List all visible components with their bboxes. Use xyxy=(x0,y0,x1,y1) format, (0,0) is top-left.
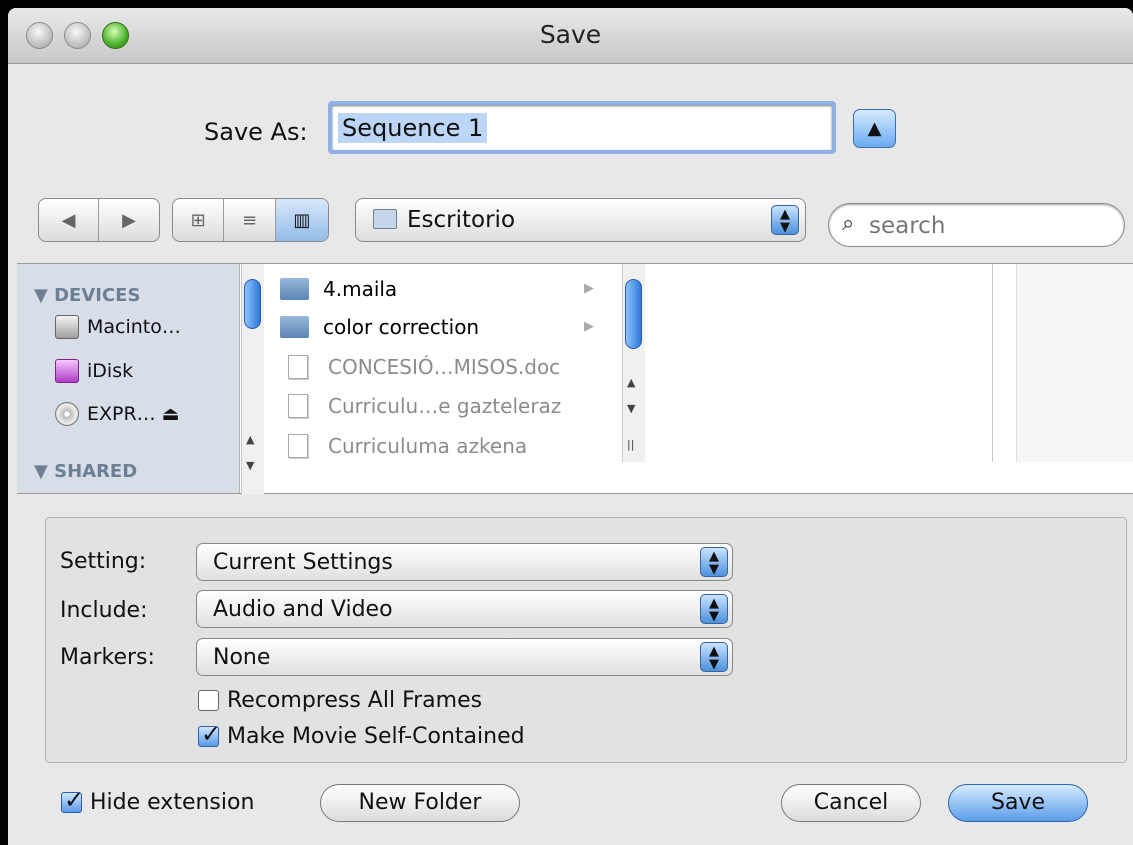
icon-view-button[interactable]: ⊞ xyxy=(173,199,225,241)
list-item[interactable]: Curriculu…e gazteleraz xyxy=(280,388,610,423)
list-item[interactable]: color correction ▶ xyxy=(280,309,610,344)
file-name: 4.maila xyxy=(323,276,398,301)
markers-value: None xyxy=(213,645,271,670)
sidebar-header-shared: ▼ SHARED xyxy=(34,461,138,482)
sidebar-item-idisk[interactable]: iDisk xyxy=(55,359,133,383)
include-label: Include: xyxy=(60,598,148,623)
hard-drive-icon xyxy=(55,315,79,339)
hide-extension-checkbox[interactable] xyxy=(61,786,84,814)
list-item[interactable]: CONCESIÓ…MISOS.doc xyxy=(280,349,610,384)
scroll-down-arrow-icon[interactable]: ▼ xyxy=(246,459,254,472)
folder-icon xyxy=(373,209,397,229)
sidebar-item-label: EXPR… ⏏ xyxy=(87,403,180,425)
scroll-down-arrow-icon[interactable]: ▼ xyxy=(627,402,635,415)
document-icon xyxy=(288,393,308,418)
chevron-right-icon: ▶ xyxy=(584,319,594,334)
chevron-up-down-icon: ▲ ▼ xyxy=(771,205,799,235)
list-view-icon: ≡ xyxy=(241,209,258,231)
sidebar-item-label: Macinto… xyxy=(87,316,181,338)
hide-extension-checkbox-row[interactable]: Hide extension xyxy=(61,786,255,815)
self-contained-checkbox[interactable] xyxy=(198,720,221,748)
triangle-right-icon: ▶ xyxy=(122,209,136,231)
file-column-scrollbar[interactable]: ▲ ▼ || xyxy=(622,264,645,462)
window-title: Save xyxy=(539,20,602,49)
list-item[interactable]: 4.maila ▶ xyxy=(280,271,610,306)
save-as-input[interactable]: Sequence 1 xyxy=(328,101,836,154)
sidebar-item-expr[interactable]: EXPR… ⏏ xyxy=(55,402,180,426)
self-contained-checkbox-row[interactable]: Make Movie Self-Contained xyxy=(198,720,525,749)
titlebar: Save xyxy=(8,8,1133,64)
save-as-value: Sequence 1 xyxy=(338,113,488,143)
include-select[interactable]: Audio and Video ▲ ▼ xyxy=(196,590,733,628)
location-popup[interactable]: Escritorio ▲ ▼ xyxy=(355,198,806,242)
markers-select[interactable]: None ▲ ▼ xyxy=(196,638,733,676)
document-icon xyxy=(288,433,308,458)
list-view-button[interactable]: ≡ xyxy=(224,199,276,241)
navigation-buttons: ◀ ▶ xyxy=(38,198,160,242)
save-button[interactable]: Save xyxy=(948,784,1088,822)
empty-column xyxy=(1016,264,1133,462)
chevron-right-icon: ▶ xyxy=(584,281,594,296)
hide-extension-label: Hide extension xyxy=(90,790,255,815)
export-options-panel: Setting: Current Settings ▲ ▼ Include: Aud… xyxy=(45,517,1127,763)
chevron-up-down-icon: ▲ ▼ xyxy=(700,547,728,577)
sidebar-item-label: iDisk xyxy=(87,360,134,382)
view-mode-buttons: ⊞ ≡ ▥ xyxy=(172,198,329,242)
chevron-up-icon: ▲ xyxy=(867,118,882,139)
recompress-label: Recompress All Frames xyxy=(227,688,483,713)
collapse-button[interactable]: ▲ xyxy=(853,109,896,148)
save-dialog: Save Save As: Sequence 1 ▲ ◀ ▶ ⊞ ≡ ▥ Esc… xyxy=(8,8,1133,845)
back-button[interactable]: ◀ xyxy=(39,199,100,241)
file-name: color correction xyxy=(323,314,480,339)
setting-select[interactable]: Current Settings ▲ ▼ xyxy=(196,543,733,581)
scroll-thumb[interactable] xyxy=(244,279,261,329)
new-folder-button[interactable]: New Folder xyxy=(320,784,520,822)
location-label: Escritorio xyxy=(407,207,516,233)
list-item[interactable]: Curriculuma azkena xyxy=(280,428,610,463)
document-icon xyxy=(288,354,308,379)
sidebar: ▼ DEVICES Macinto… iDisk EXPR… ⏏ ▼ SHARE… xyxy=(17,264,240,493)
markers-label: Markers: xyxy=(60,645,155,670)
dvd-icon xyxy=(55,402,79,426)
empty-column xyxy=(645,264,993,462)
folder-icon xyxy=(280,315,309,338)
file-name: CONCESIÓ…MISOS.doc xyxy=(328,354,561,379)
file-column: 4.maila ▶ color correction ▶ CONCESIÓ…MISO… xyxy=(270,264,623,493)
include-value: Audio and Video xyxy=(213,597,393,622)
search-placeholder: search xyxy=(869,213,946,239)
scroll-up-arrow-icon[interactable]: ▲ xyxy=(246,433,254,446)
column-view-icon: ▥ xyxy=(293,209,311,231)
idisk-icon xyxy=(55,359,79,383)
sidebar-item-macintosh[interactable]: Macinto… xyxy=(55,315,181,339)
recompress-checkbox-row[interactable]: Recompress All Frames xyxy=(198,688,482,713)
file-browser: ▼ DEVICES Macinto… iDisk EXPR… ⏏ ▼ SHARE… xyxy=(17,263,1133,495)
file-name: Curriculuma azkena xyxy=(328,433,528,458)
search-field[interactable]: ⌕ search xyxy=(828,203,1125,247)
search-icon: ⌕ xyxy=(842,211,855,236)
sidebar-scrollbar[interactable]: ▲ ▼ xyxy=(241,264,264,495)
scroll-thumb[interactable] xyxy=(625,279,642,349)
column-view-button[interactable]: ▥ xyxy=(275,199,328,241)
self-contained-label: Make Movie Self-Contained xyxy=(227,724,525,749)
file-name: Curriculu…e gazteleraz xyxy=(328,393,562,418)
setting-label: Setting: xyxy=(60,549,147,574)
save-as-label: Save As: xyxy=(204,118,308,146)
scroll-up-arrow-icon[interactable]: ▲ xyxy=(627,376,635,389)
sidebar-header-devices: ▼ DEVICES xyxy=(34,285,141,306)
cancel-button[interactable]: Cancel xyxy=(781,784,921,822)
chevron-up-down-icon: ▲ ▼ xyxy=(700,642,728,672)
recompress-checkbox[interactable] xyxy=(198,690,219,711)
setting-value: Current Settings xyxy=(213,550,393,575)
triangle-left-icon: ◀ xyxy=(61,209,76,231)
icon-view-icon: ⊞ xyxy=(190,209,206,231)
chevron-up-down-icon: ▲ ▼ xyxy=(700,594,728,624)
column-resize-handle[interactable]: || xyxy=(627,438,634,451)
forward-button[interactable]: ▶ xyxy=(99,199,159,241)
folder-icon xyxy=(280,277,309,300)
